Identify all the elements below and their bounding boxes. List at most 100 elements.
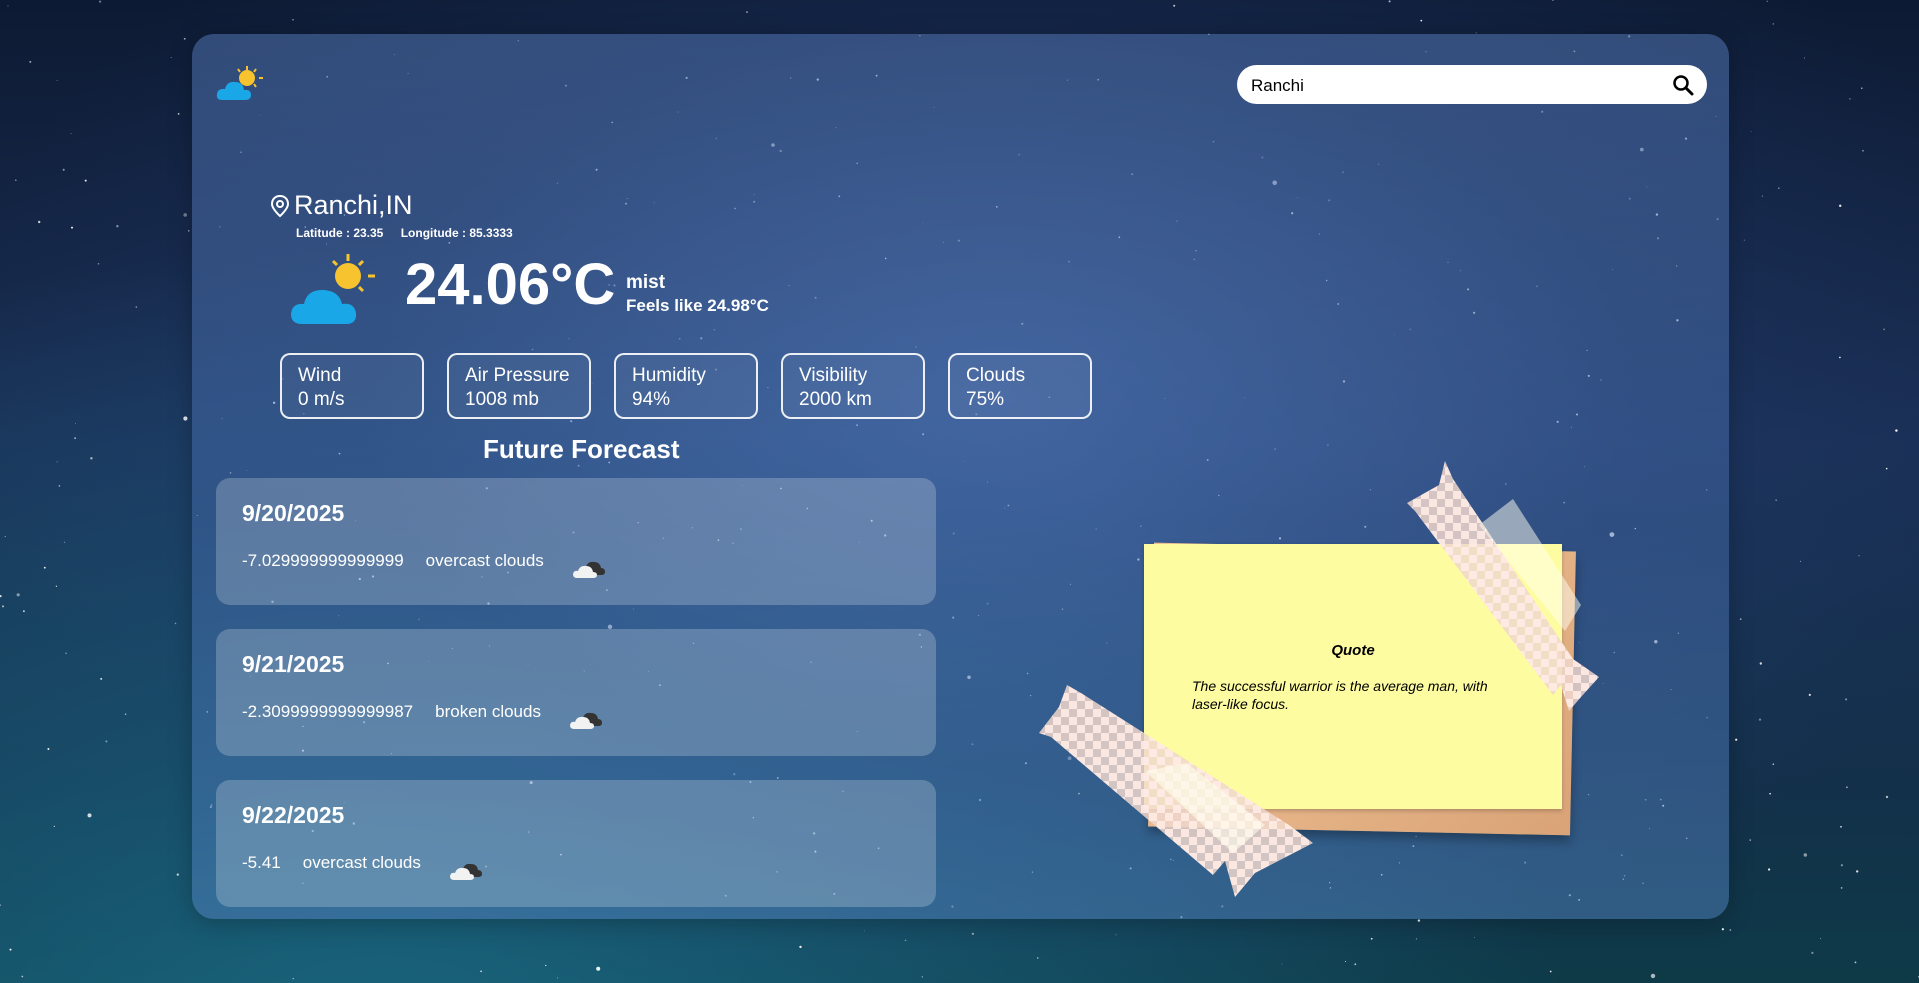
star xyxy=(557,977,559,979)
star xyxy=(75,422,76,424)
star xyxy=(1370,937,1373,940)
location-pin-icon xyxy=(270,194,290,217)
star xyxy=(64,541,66,543)
star xyxy=(292,19,294,21)
star xyxy=(56,80,58,81)
star xyxy=(71,226,73,229)
star xyxy=(43,566,46,569)
star xyxy=(58,485,61,487)
star xyxy=(1281,963,1283,965)
star xyxy=(1803,853,1808,857)
star xyxy=(1750,131,1752,133)
star xyxy=(16,593,20,597)
star xyxy=(7,5,9,7)
stat-value: 75% xyxy=(966,389,1005,410)
star xyxy=(105,740,108,743)
star xyxy=(1895,429,1898,432)
stat-value: 2000 km xyxy=(799,389,872,410)
star xyxy=(9,948,12,951)
forecast-condition: broken clouds xyxy=(435,702,541,721)
star xyxy=(596,966,601,971)
star xyxy=(97,263,100,265)
star xyxy=(1758,718,1762,721)
stat-card-visibility: Visibility 2000 km xyxy=(781,353,925,419)
star xyxy=(74,437,76,440)
forecast-value: -7.029999999999999 xyxy=(242,551,404,570)
star xyxy=(1761,195,1763,197)
stat-card-air-pressure: Air Pressure 1008 mb xyxy=(447,353,591,419)
star xyxy=(1766,0,1769,3)
star xyxy=(1735,738,1738,741)
star xyxy=(971,932,975,935)
star xyxy=(1759,662,1763,665)
current-description: mist Feels like 24.98°C xyxy=(626,272,769,316)
star xyxy=(921,976,923,978)
star xyxy=(1769,792,1771,795)
forecast-card: 9/22/2025 -5.41 overcast clouds xyxy=(216,780,936,907)
star xyxy=(87,813,92,818)
city-name: Ranchi,IN xyxy=(294,190,413,220)
stat-label: Air Pressure xyxy=(465,365,570,386)
star xyxy=(1775,499,1777,501)
star xyxy=(183,37,186,40)
star xyxy=(70,133,72,135)
star xyxy=(292,978,294,980)
quote-title: Quote xyxy=(1331,642,1375,659)
star xyxy=(56,461,58,463)
star xyxy=(1885,467,1888,470)
star xyxy=(904,939,907,942)
star xyxy=(1354,963,1357,966)
star xyxy=(170,57,172,58)
star xyxy=(864,930,865,932)
star xyxy=(183,416,188,421)
star xyxy=(1862,149,1864,152)
star xyxy=(90,457,93,460)
stat-card-wind: Wind 0 m/s xyxy=(280,353,424,419)
star xyxy=(1474,937,1475,938)
stat-label: Humidity xyxy=(632,365,706,386)
star xyxy=(1861,87,1863,89)
star xyxy=(480,970,482,973)
star xyxy=(1772,763,1775,765)
star xyxy=(53,825,55,828)
star xyxy=(0,904,1,906)
star xyxy=(1388,0,1391,3)
condition-text: mist xyxy=(626,272,666,293)
forecast-value: -2.3099999999999987 xyxy=(242,702,414,721)
star xyxy=(1811,951,1814,955)
star xyxy=(0,595,2,598)
star xyxy=(1739,618,1742,620)
star xyxy=(1839,204,1842,207)
star xyxy=(38,220,41,224)
current-temperature: 24.06°C xyxy=(405,252,616,317)
star xyxy=(1743,239,1745,241)
star xyxy=(177,113,180,115)
star xyxy=(1839,356,1841,359)
star xyxy=(1778,187,1780,189)
star xyxy=(1803,57,1805,59)
coordinates: Latitude : 23.35 Longitude : 85.3333 xyxy=(296,226,527,240)
search-input[interactable] xyxy=(1249,65,1653,106)
star xyxy=(1729,929,1732,931)
star xyxy=(1840,887,1843,889)
star xyxy=(1417,919,1421,922)
stat-label: Wind xyxy=(298,365,342,386)
star xyxy=(1858,555,1860,557)
star xyxy=(99,0,102,3)
longitude-text: Longitude : 85.3333 xyxy=(400,226,513,240)
search-icon[interactable] xyxy=(1671,73,1695,97)
star xyxy=(188,230,190,232)
stat-card-humidity: Humidity 94% xyxy=(614,353,758,419)
broken-clouds-icon xyxy=(569,712,602,729)
star xyxy=(1768,868,1771,871)
location-header: Ranchi,IN xyxy=(270,190,413,221)
star xyxy=(1415,938,1417,940)
overcast-clouds-icon xyxy=(449,863,482,880)
star xyxy=(1845,698,1848,701)
star xyxy=(15,179,17,181)
forecast-card: 9/20/2025 -7.029999999999999 overcast cl… xyxy=(216,478,936,605)
forecast-title: Future Forecast xyxy=(483,434,680,464)
quote-note: Quote The successful warrior is the aver… xyxy=(1144,544,1562,809)
star xyxy=(799,945,802,949)
star xyxy=(65,652,67,655)
